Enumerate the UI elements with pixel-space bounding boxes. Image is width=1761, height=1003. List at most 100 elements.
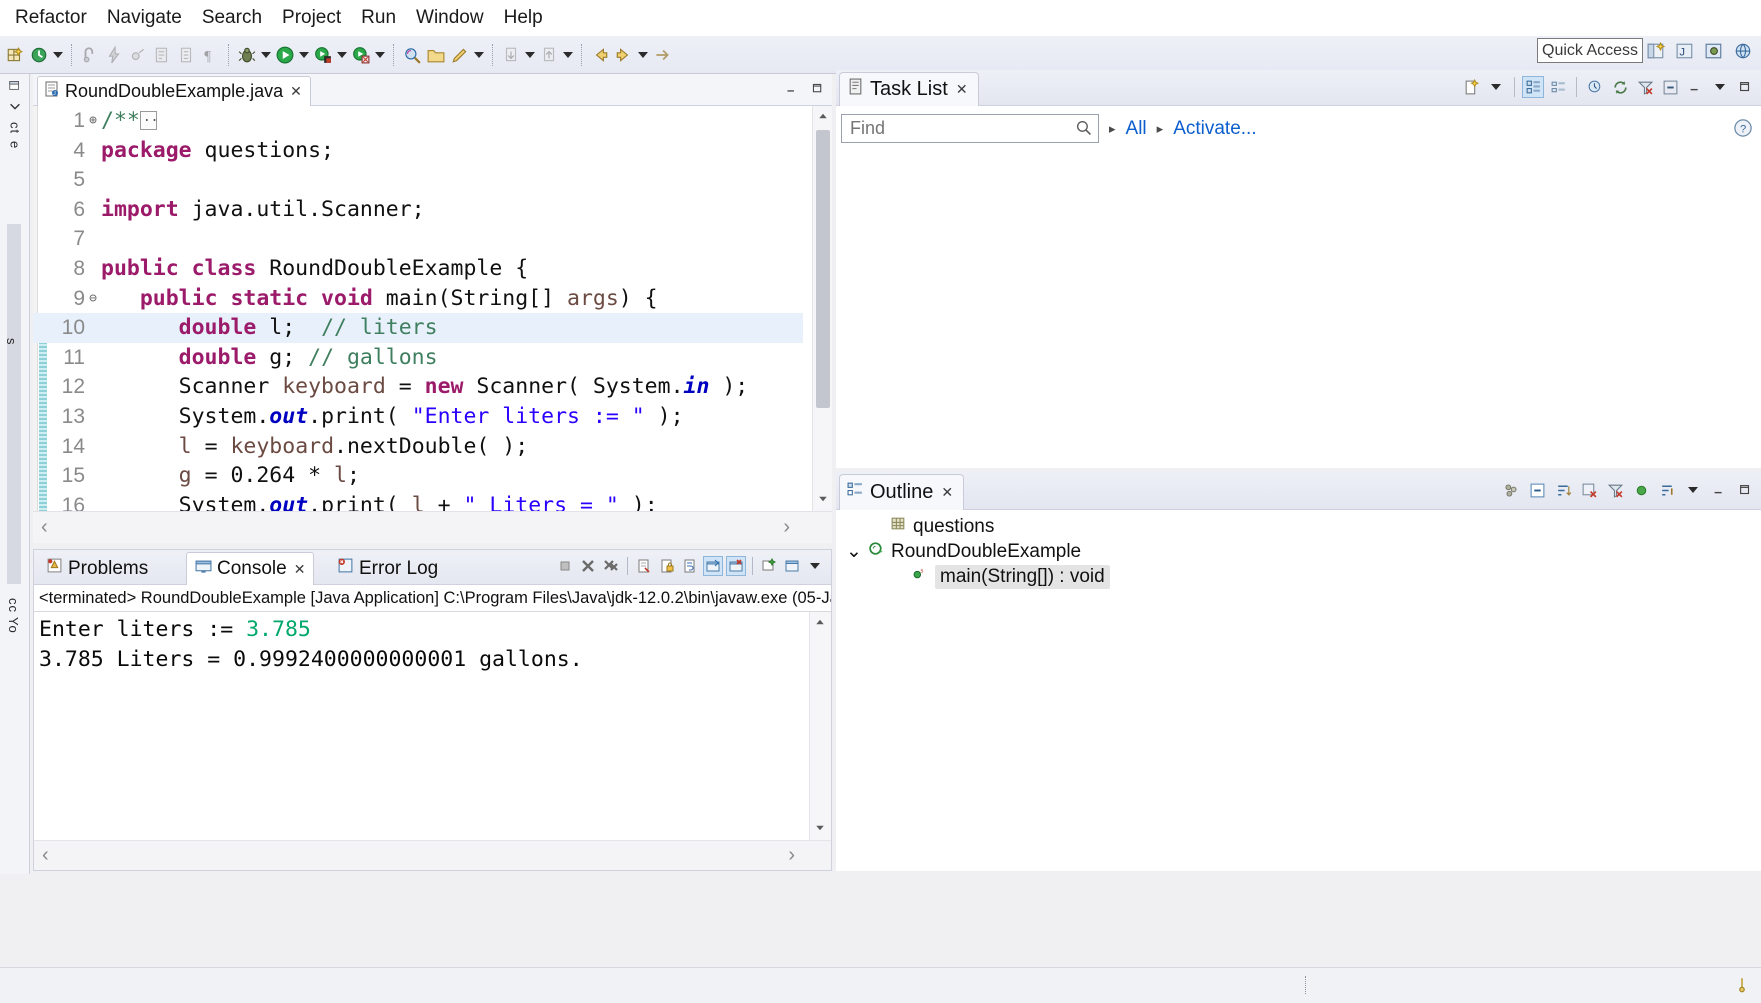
collapse-all-icon[interactable] xyxy=(1659,76,1681,98)
code-line[interactable]: 5 xyxy=(33,165,803,195)
quick-access-input[interactable]: Quick Access xyxy=(1537,38,1643,63)
open-type-icon[interactable] xyxy=(27,43,51,67)
scroll-right-icon[interactable]: › xyxy=(788,844,795,867)
minimize-icon[interactable] xyxy=(1708,479,1730,501)
search-input-wrapper[interactable] xyxy=(841,114,1099,143)
display-selected-console-icon[interactable] xyxy=(782,556,802,576)
tab-console[interactable]: Console ✕ xyxy=(186,552,315,585)
maximize-icon[interactable] xyxy=(1734,479,1756,501)
code-line[interactable]: 11 double g; // gallons xyxy=(33,343,803,373)
code-line[interactable]: 14 l = keyboard.nextDouble( ); xyxy=(33,432,803,462)
document-icon[interactable] xyxy=(174,43,198,67)
code-line[interactable]: 8 public class RoundDoubleExample { xyxy=(33,254,803,284)
scheduled-presentation-icon[interactable] xyxy=(1547,76,1569,98)
hide-fields-icon[interactable] xyxy=(1578,479,1600,501)
hide-non-public-icon[interactable] xyxy=(1630,479,1652,501)
left-strip-label[interactable]: cc xyxy=(6,598,21,613)
restore-icon[interactable] xyxy=(5,76,25,94)
filter-all-link[interactable]: All xyxy=(1126,118,1147,140)
show-console-on-error-icon[interactable] xyxy=(726,556,746,576)
scroll-left-icon[interactable]: ‹ xyxy=(42,844,49,867)
search-icon[interactable] xyxy=(1075,119,1092,141)
new-annotation-icon[interactable] xyxy=(78,43,102,67)
categorized-presentation-icon[interactable] xyxy=(1522,76,1544,98)
next-annotation-dropdown-icon[interactable] xyxy=(523,43,537,67)
console-vertical-scrollbar[interactable] xyxy=(809,612,831,840)
run-last-dropdown-icon[interactable] xyxy=(335,43,349,67)
activate-link[interactable]: Activate... xyxy=(1173,118,1256,140)
synchronize-changed-icon[interactable] xyxy=(1609,76,1631,98)
previous-annotation-dropdown-icon[interactable] xyxy=(561,43,575,67)
menu-help[interactable]: Help xyxy=(494,5,553,31)
close-icon[interactable]: ✕ xyxy=(290,83,302,100)
menu-window[interactable]: Window xyxy=(406,5,494,31)
new-task-dropdown-icon[interactable] xyxy=(1485,76,1507,98)
remove-launch-icon[interactable] xyxy=(578,556,598,576)
scroll-down-icon[interactable] xyxy=(813,489,833,509)
search-icon[interactable] xyxy=(400,43,424,67)
tab-task-list[interactable]: Task List ✕ xyxy=(839,72,979,106)
filter-completed-icon[interactable] xyxy=(1634,76,1656,98)
code-editor[interactable]: 1⊕/**4package questions;56import java.ut… xyxy=(33,106,832,511)
external-tools-dropdown-icon[interactable] xyxy=(373,43,387,67)
open-perspective-icon[interactable] xyxy=(1644,39,1668,63)
clear-console-icon[interactable] xyxy=(634,556,654,576)
pin-editor-icon[interactable] xyxy=(650,43,674,67)
pencil-icon[interactable] xyxy=(448,43,472,67)
perspective-web-icon[interactable] xyxy=(1731,39,1755,63)
code-line[interactable]: 4 package questions; xyxy=(33,136,803,166)
lightning-icon[interactable] xyxy=(102,43,126,67)
menu-search[interactable]: Search xyxy=(192,5,272,31)
left-strip-label[interactable]: s xyxy=(4,338,19,346)
scroll-left-icon[interactable]: ‹ xyxy=(41,516,48,539)
code-line[interactable]: 7 xyxy=(33,224,803,254)
collapse-all-icon[interactable] xyxy=(1526,479,1548,501)
code-line[interactable]: 12 Scanner keyboard = new Scanner( Syste… xyxy=(33,372,803,402)
menu-navigate[interactable]: Navigate xyxy=(97,5,192,31)
link-with-editor-icon[interactable] xyxy=(1656,479,1678,501)
chevron-down-icon[interactable]: ⌄ xyxy=(846,540,862,563)
editor-tab-rounddoubleexample[interactable]: J RoundDoubleExample.java ✕ xyxy=(37,76,311,106)
close-icon[interactable]: ✕ xyxy=(956,81,968,98)
code-line[interactable]: 9 ⊖ public static void main(String[] args… xyxy=(33,284,803,314)
tab-error-log[interactable]: Error Log xyxy=(329,552,446,585)
back-icon[interactable] xyxy=(588,43,612,67)
fold-toggle-icon[interactable]: ⊕ xyxy=(85,106,101,136)
maximize-icon[interactable] xyxy=(810,81,824,95)
tab-outline[interactable]: Outline ✕ xyxy=(839,474,965,510)
show-console-on-output-icon[interactable] xyxy=(703,556,723,576)
collapsed-javadoc-icon[interactable] xyxy=(139,106,158,133)
pencil-dropdown-icon[interactable] xyxy=(472,43,486,67)
tab-problems[interactable]: Problems xyxy=(38,552,156,585)
close-icon[interactable]: ✕ xyxy=(294,561,306,578)
terminate-icon[interactable] xyxy=(555,556,575,576)
menu-run[interactable]: Run xyxy=(351,5,406,31)
debug-icon[interactable] xyxy=(235,43,259,67)
perspective-debug-icon[interactable] xyxy=(1702,39,1726,63)
open-type-dropdown-icon[interactable] xyxy=(51,43,65,67)
outline-item[interactable]: s main(String[]) : void xyxy=(836,564,1761,589)
code-line[interactable]: 16 System.out.print( l + " Liters = " ); xyxy=(33,491,803,511)
focus-on-workweek-icon[interactable] xyxy=(1584,76,1606,98)
left-strip-label[interactable]: e xyxy=(8,141,23,149)
minimize-icon[interactable] xyxy=(784,81,798,95)
debug-step-icon[interactable] xyxy=(126,43,150,67)
new-wizard-icon[interactable] xyxy=(3,43,27,67)
debug-dropdown-icon[interactable] xyxy=(259,43,273,67)
help-icon[interactable]: ? xyxy=(1733,118,1753,138)
code-lines[interactable]: 1⊕/**4package questions;56import java.ut… xyxy=(33,106,803,511)
run-last-tool-icon[interactable] xyxy=(311,43,335,67)
hide-static-icon[interactable] xyxy=(1604,479,1626,501)
pin-console-icon[interactable] xyxy=(759,556,779,576)
close-icon[interactable]: ✕ xyxy=(941,484,953,501)
outline-item[interactable]: ⌄ RoundDoubleExample xyxy=(836,539,1761,564)
scroll-down-icon[interactable] xyxy=(810,818,830,838)
chevron-down-icon[interactable] xyxy=(5,97,25,115)
sort-icon[interactable] xyxy=(1552,479,1574,501)
previous-annotation-icon[interactable] xyxy=(537,43,561,67)
maximize-icon[interactable] xyxy=(1734,76,1756,98)
left-strip-scrollbar[interactable] xyxy=(7,224,21,584)
editor-scroll-thumb[interactable] xyxy=(816,130,830,408)
pilcrow-icon[interactable]: ¶ xyxy=(198,43,222,67)
code-line[interactable]: 15 g = 0.264 * l; xyxy=(33,461,803,491)
